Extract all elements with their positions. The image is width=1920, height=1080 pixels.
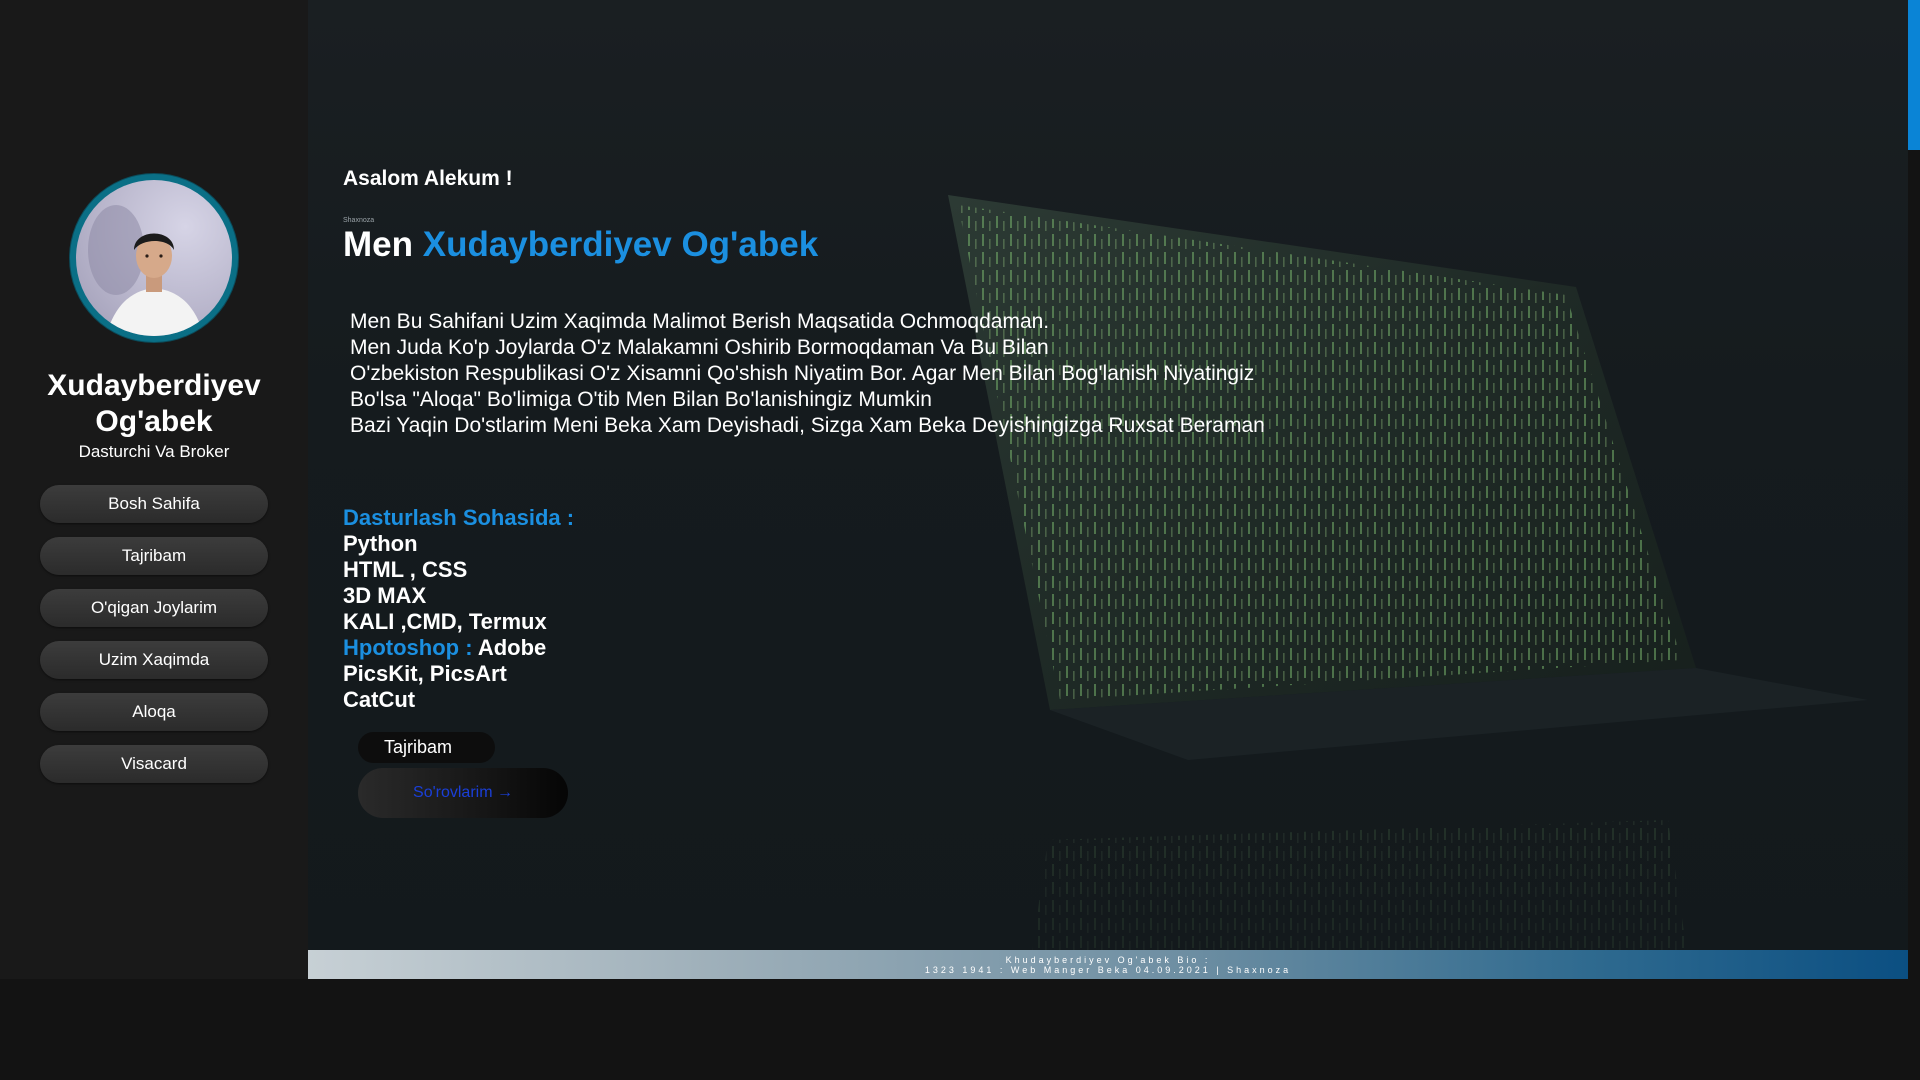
bio-line: Bo'lsa "Aloqa" Bo'limiga O'tib Men Bilan… <box>350 388 932 411</box>
skill-item: Python <box>343 531 418 556</box>
greeting: Asalom Alekum ! <box>343 167 513 190</box>
profile-name-line1: Xudayberdiyev <box>47 369 261 402</box>
nav-home[interactable]: Bosh Sahifa <box>40 485 268 523</box>
laptop-background-image <box>308 195 1908 979</box>
footer: Khudayberdiyev Og'abek Bio : 1323 1941 :… <box>308 950 1908 979</box>
nav-visacard[interactable]: Visacard <box>40 745 268 783</box>
skill-item: PicsKit, PicsArt <box>343 661 507 686</box>
footer-line1: Khudayberdiyev Og'abek Bio : <box>1005 955 1211 965</box>
skill-item-photoshop: Hpotoshop : Adobe <box>343 635 574 661</box>
sidebar-nav: Bosh Sahifa Tajribam O'qigan Joylarim Uz… <box>40 485 268 797</box>
avatar-photo <box>88 205 204 336</box>
footer-line2: 1323 1941 : Web Manger Beka 04.09.2021 |… <box>924 965 1292 975</box>
skills-list: Dasturlash Sohasida : Python HTML , CSS … <box>343 505 574 713</box>
page: Xudayberdiyev Og'abek Dasturchi Va Broke… <box>0 0 1920 1080</box>
tiny-label: Shaxnoza <box>343 217 375 224</box>
nav-about[interactable]: Uzim Xaqimda <box>40 641 268 679</box>
main-content <box>308 0 1908 979</box>
skill-item: CatCut <box>343 687 416 712</box>
experience-button[interactable]: Tajribam <box>358 732 495 763</box>
bio-line: Men Bu Sahifani Uzim Xaqimda Malimot Ber… <box>350 310 1050 333</box>
photoshop-value: Adobe <box>477 635 547 660</box>
skill-item: 3D MAX <box>343 583 427 608</box>
requests-button[interactable]: So'rovlarim → <box>358 768 568 818</box>
bio-line: Men Juda Ko'p Joylarda O'z Malakamni Osh… <box>350 336 1049 359</box>
profile-name: Xudayberdiyev Og'abek <box>0 368 308 440</box>
skills-heading: Dasturlash Sohasida : <box>343 505 575 530</box>
skill-item: KALI ,CMD, Termux <box>343 609 547 634</box>
nav-education[interactable]: O'qigan Joylarim <box>40 589 268 627</box>
profile-role: Dasturchi Va Broker <box>78 442 230 461</box>
headline: Men Xudayberdiyev Og'abek <box>343 225 818 265</box>
bio-line: Bazi Yaqin Do'stlarim Meni Beka Xam Deyi… <box>350 414 1265 437</box>
nav-experience[interactable]: Tajribam <box>40 537 268 575</box>
headline-name: Xudayberdiyev Og'abek <box>422 225 819 264</box>
photoshop-label: Hpotoshop : <box>343 635 478 660</box>
headline-prefix: Men <box>343 225 423 264</box>
bio-paragraph: Men Bu Sahifani Uzim Xaqimda Malimot Ber… <box>350 309 1265 439</box>
avatar-ring <box>70 174 238 342</box>
profile-name-line2: Og'abek <box>95 405 213 438</box>
sidebar: Xudayberdiyev Og'abek Dasturchi Va Broke… <box>0 0 308 979</box>
scrollbar-thumb[interactable] <box>1908 0 1920 150</box>
avatar <box>76 180 232 336</box>
skill-item: HTML , CSS <box>343 557 468 582</box>
bio-line: O'zbekiston Respublikasi O'z Xisamni Qo'… <box>350 362 1255 385</box>
nav-contact[interactable]: Aloqa <box>40 693 268 731</box>
